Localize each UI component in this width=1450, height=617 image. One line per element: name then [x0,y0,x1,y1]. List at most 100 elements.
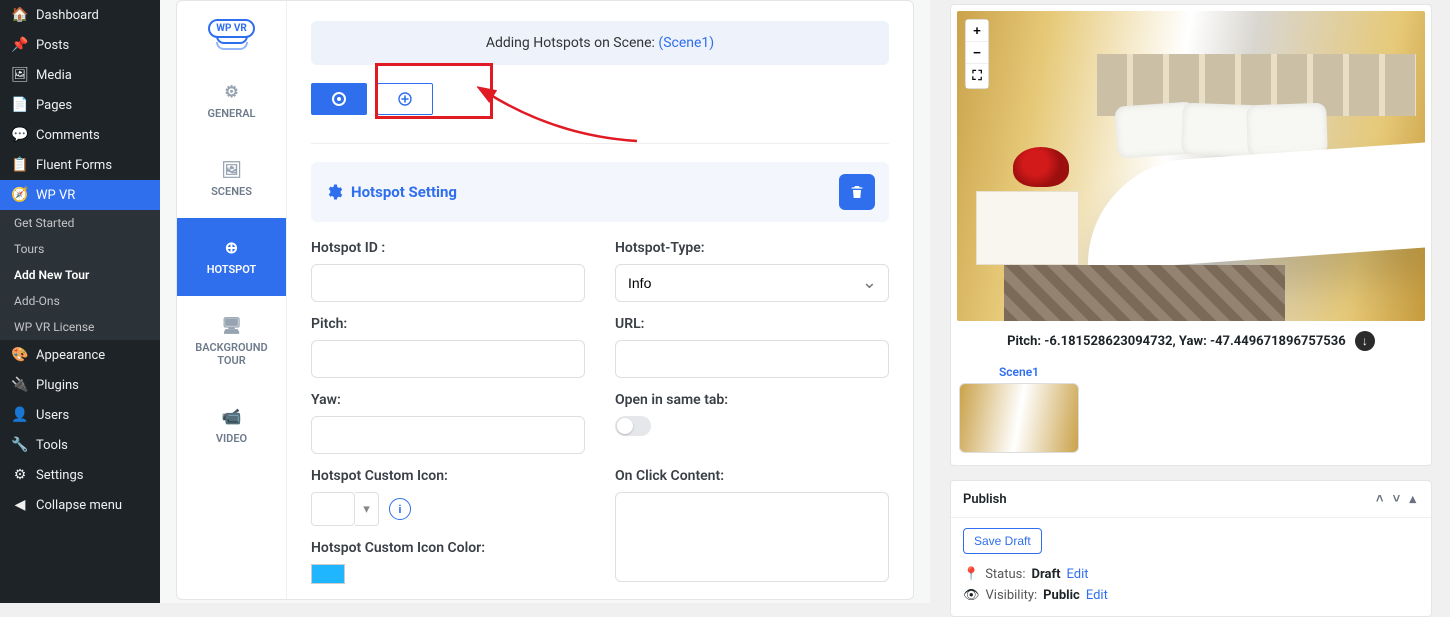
sidebar-item-appearance[interactable]: 🎨Appearance [0,340,160,370]
pin-icon: 📌 [10,37,30,53]
wpvr-logo: WP VR [177,1,286,62]
image-icon: 🖼 [185,160,278,179]
preview-controls: + − ⛶ [965,19,989,89]
brush-icon: 🎨 [10,347,30,363]
custom-icon-dropdown[interactable]: ▾ [355,492,379,526]
panorama-preview[interactable]: + − ⛶ [957,11,1425,321]
same-tab-label: Open in same tab: [615,392,889,408]
hotspot-type-label: Hotspot-Type: [615,240,889,256]
video-icon: 📹 [185,407,278,426]
sidebar-item-comments[interactable]: 💬Comments [0,120,160,150]
annotation-highlight [375,63,493,119]
custom-icon-color-label: Hotspot Custom Icon Color: [311,540,585,556]
sidebar-item-pages[interactable]: 📄Pages [0,90,160,120]
wp-admin-sidebar: 🏠Dashboard 📌Posts 🖼Media 📄Pages 💬Comment… [0,0,160,603]
info-icon[interactable]: i [389,498,411,520]
wp-vr-submenu: Get Started Tours Add New Tour Add-Ons W… [0,210,160,340]
preview-coords: Pitch: -6.181528623094732, Yaw: -47.4496… [957,321,1425,361]
scene-thumbnails: Scene1 [957,361,1425,459]
delete-hotspot-button[interactable] [839,174,875,210]
tab-hotspot[interactable]: ⊕HOTSPOT [177,218,286,296]
wrench-icon: 🔧 [10,437,30,453]
target-icon: ⊕ [185,238,278,257]
hotspot-form: Hotspot ID : Hotspot-Type: Info Pitch: [311,240,889,599]
sidebar-item-fluent-forms[interactable]: 📋Fluent Forms [0,150,160,180]
yaw-label: Yaw: [311,392,585,408]
monitor-icon: 🖥 [185,316,278,335]
pin-icon: 📍 [963,567,979,582]
hotspot-id-input[interactable] [311,264,585,302]
scene-banner: Adding Hotspots on Scene: (Scene1) [311,21,889,65]
tab-video[interactable]: 📹VIDEO [177,387,286,465]
sidebar-collapse[interactable]: ◀Collapse menu [0,490,160,520]
zoom-out-button[interactable]: − [966,42,988,64]
collapse-icon: ◀ [10,497,30,513]
sidebar-item-plugins[interactable]: 🔌Plugins [0,370,160,400]
tab-general[interactable]: ⚙GENERAL [177,62,286,140]
on-click-textarea[interactable] [615,492,889,582]
edit-visibility-link[interactable]: Edit [1086,588,1108,603]
hotspot-panel: Adding Hotspots on Scene: (Scene1) [287,1,913,599]
sidebar-item-settings[interactable]: ⚙Settings [0,460,160,490]
hotspot-id-label: Hotspot ID : [311,240,585,256]
sidebar-item-media[interactable]: 🖼Media [0,60,160,90]
edit-status-link[interactable]: Edit [1067,567,1089,582]
scene-link[interactable]: (Scene1) [658,35,714,51]
status-row: 📍 Status: Draft Edit [963,564,1419,585]
copy-coords-button[interactable]: ↓ [1355,331,1375,351]
on-click-label: On Click Content: [615,468,889,484]
sidebar-item-tools[interactable]: 🔧Tools [0,430,160,460]
save-draft-button[interactable]: Save Draft [963,528,1042,554]
publish-card: Publish ˄ ˅ ▴ Save Draft 📍 Status: Draft… [950,480,1432,617]
preview-card: + − ⛶ Pitch: -6.181528623094732, Yaw: -4… [950,4,1432,466]
plugin-icon: 🔌 [10,377,30,393]
gear-icon: ⚙ [185,82,278,101]
editor-main: WP VR ⚙GENERAL 🖼SCENES ⊕HOTSPOT 🖥BACKGRO… [160,0,930,603]
sidebar-item-wp-vr[interactable]: 🧭WP VR [0,180,160,210]
pitch-input[interactable] [311,340,585,378]
sidebar-item-dashboard[interactable]: 🏠Dashboard [0,0,160,30]
scene-thumb-image [959,383,1079,453]
scene-thumb-1[interactable]: Scene1 [959,365,1079,453]
media-icon: 🖼 [10,67,30,83]
submenu-license[interactable]: WP VR License [0,314,160,340]
sidebar-item-users[interactable]: 👤Users [0,400,160,430]
tab-background-tour[interactable]: 🖥BACKGROUND TOUR [177,296,286,387]
publish-title: Publish [963,492,1007,507]
settings-icon: ⚙ [10,467,30,483]
comment-icon: 💬 [10,127,30,143]
editor-card: WP VR ⚙GENERAL 🖼SCENES ⊕HOTSPOT 🖥BACKGRO… [176,0,914,600]
submenu-tours[interactable]: Tours [0,236,160,262]
page-icon: 📄 [10,97,30,113]
tab-scenes[interactable]: 🖼SCENES [177,140,286,218]
zoom-in-button[interactable]: + [966,20,988,42]
same-tab-toggle[interactable] [615,416,651,436]
hotspot-type-select[interactable]: Info [615,264,889,302]
hotspot-tab-current[interactable] [311,83,367,115]
form-icon: 📋 [10,157,30,173]
sidebar-item-posts[interactable]: 📌Posts [0,30,160,60]
vr-icon: 🧭 [10,187,30,203]
fullscreen-button[interactable]: ⛶ [966,64,988,88]
editor-tab-rail: WP VR ⚙GENERAL 🖼SCENES ⊕HOTSPOT 🖥BACKGRO… [177,1,287,599]
hotspot-dot-icon [331,91,347,107]
hotspot-setting-header: Hotspot Setting [311,162,889,222]
trash-icon [849,184,865,200]
eye-icon: 👁 [963,588,980,603]
gear-icon [325,183,343,201]
icon-color-swatch[interactable] [311,564,345,584]
custom-icon-preview[interactable] [311,492,355,526]
url-label: URL: [615,316,889,332]
submenu-add-new-tour[interactable]: Add New Tour [0,262,160,288]
yaw-input[interactable] [311,416,585,454]
submenu-get-started[interactable]: Get Started [0,210,160,236]
scene-thumb-caption: Scene1 [959,365,1079,379]
url-input[interactable] [615,340,889,378]
user-icon: 👤 [10,407,30,423]
pitch-label: Pitch: [311,316,585,332]
dashboard-icon: 🏠 [10,7,30,23]
wpvr-logo-badge: WP VR [208,19,255,38]
divider [311,143,889,144]
submenu-add-ons[interactable]: Add-Ons [0,288,160,314]
publish-toggle-controls[interactable]: ˄ ˅ ▴ [1376,491,1419,507]
